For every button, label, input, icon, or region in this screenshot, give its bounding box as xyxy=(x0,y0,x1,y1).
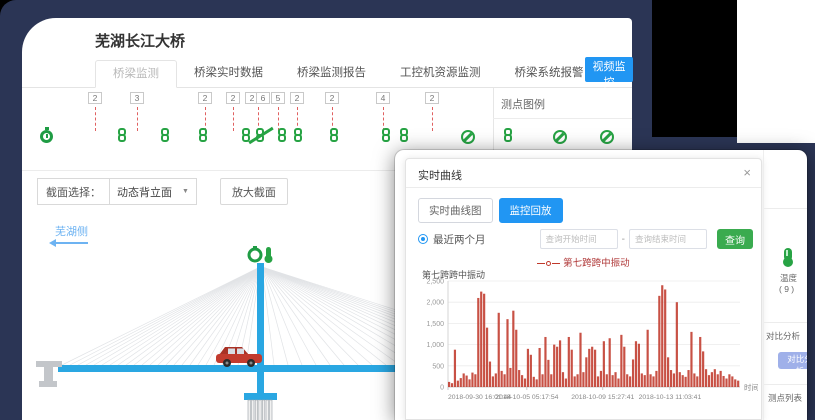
temperature-count: ( 9 ) xyxy=(779,284,794,294)
dialog-title: 实时曲线 xyxy=(418,167,462,183)
sensor-count-badge: 2 xyxy=(325,92,339,104)
svg-text:2018-10-05 05:17:54: 2018-10-05 05:17:54 xyxy=(495,394,558,401)
chain-sensor-icon xyxy=(330,128,339,143)
legend-panel-header-line xyxy=(493,118,632,119)
svg-text:1,000: 1,000 xyxy=(426,342,444,349)
disabled-sensor-icon xyxy=(461,130,475,144)
sensor-count-badge: 4 xyxy=(376,92,390,104)
chain-sensor-icon xyxy=(504,128,513,143)
last-two-months-radio[interactable] xyxy=(418,234,428,244)
timer-sensor-icon xyxy=(40,130,53,143)
chain-sensor-icon xyxy=(400,128,409,143)
bridge-abutment xyxy=(36,361,62,387)
temperature-icon xyxy=(784,248,792,261)
section-select-bar: 截面选择： 动态背立面 ▼ 放大截面 xyxy=(37,178,288,205)
disabled-sensor-icon xyxy=(553,130,567,144)
section-select-label: 截面选择： xyxy=(38,184,109,200)
svg-text:500: 500 xyxy=(432,363,444,370)
dialog-controls: 最近两个月 - 查询 xyxy=(418,229,753,249)
car xyxy=(216,347,262,367)
dialog-tab-0[interactable]: 实时曲线图 xyxy=(418,198,493,223)
sensor-dashed-line xyxy=(137,107,138,131)
query-end-time-input[interactable] xyxy=(629,229,707,249)
date-range-separator: - xyxy=(622,234,625,245)
svg-text:时间: 时间 xyxy=(744,382,758,392)
tab-1[interactable]: 桥梁实时数据 xyxy=(177,60,280,88)
sensor-count-badge: 2 xyxy=(425,92,439,104)
tab-2[interactable]: 桥梁监测报告 xyxy=(280,60,383,88)
section-select-dropdown[interactable]: 动态背立面 ▼ xyxy=(109,178,196,205)
sliver-divider xyxy=(764,208,807,209)
legend-dot-icon xyxy=(546,261,551,266)
background-window-fragment xyxy=(737,0,815,143)
query-start-time-input[interactable] xyxy=(540,229,618,249)
bridge-tower-lower xyxy=(257,372,264,394)
page-title: 芜湖长江大桥 xyxy=(95,30,185,51)
svg-text:2018-10-13 11:03:41: 2018-10-13 11:03:41 xyxy=(639,394,702,401)
svg-text:2018-10-09 15:27:41: 2018-10-09 15:27:41 xyxy=(571,394,634,401)
bridge-piles xyxy=(248,400,272,420)
temperature-label: 温度 xyxy=(780,272,797,284)
realtime-curve-dialog: 实时曲线 × 实时曲线图监控回放 最近两个月 - 查询 第七跨跨中振动 第七跨跨… xyxy=(405,158,762,420)
compare-analysis-button[interactable]: 对比分析 xyxy=(778,352,807,369)
sensor-dashed-line xyxy=(233,107,234,131)
disabled-sensor-icon xyxy=(600,130,614,144)
page-right-panel-sliver: 温度 ( 9 ) 对比分析 对比分析 测点列表 xyxy=(763,150,807,420)
legend-line-icon xyxy=(552,263,560,265)
chain-sensor-icon xyxy=(278,128,287,143)
sliver-divider xyxy=(764,384,807,385)
section-select-group: 截面选择： 动态背立面 ▼ xyxy=(37,178,197,205)
svg-text:2,500: 2,500 xyxy=(426,279,444,286)
chain-sensor-icon xyxy=(161,128,170,143)
sensor-count-badge: 2 xyxy=(290,92,304,104)
black-video-area xyxy=(652,0,737,137)
sensor-count-badge: 2 xyxy=(198,92,212,104)
sensor-count-badge: 2 xyxy=(226,92,240,104)
sensor-count-badge: 6 xyxy=(256,92,270,104)
close-icon[interactable]: × xyxy=(743,165,751,180)
svg-text:0: 0 xyxy=(440,385,444,392)
sensor-count-badge: 2 xyxy=(88,92,102,104)
chain-sensor-icon xyxy=(199,128,208,143)
sensor-count-badge: 3 xyxy=(130,92,144,104)
chevron-down-icon: ▼ xyxy=(182,188,189,195)
dialog-header: 实时曲线 × xyxy=(406,159,761,188)
last-two-months-label: 最近两个月 xyxy=(433,232,486,247)
chain-sensor-icon xyxy=(382,128,391,143)
compare-section-title: 对比分析 xyxy=(766,330,800,342)
sensor-dashed-line xyxy=(432,107,433,131)
tab-0[interactable]: 桥梁监测 xyxy=(95,60,177,88)
bridge-pile-cap xyxy=(244,393,277,400)
vibration-chart: 05001,0001,5002,0002,5002018-09-30 16:01… xyxy=(418,277,758,419)
desktop-background: 芜湖长江大桥 桥梁监测桥梁实时数据桥梁监测报告工控机资源监测桥梁系统报警 视频监… xyxy=(0,0,815,420)
section-select-value: 动态背立面 xyxy=(117,184,172,200)
legend-panel-title: 测点图例 xyxy=(501,96,545,112)
dialog-tabbar: 实时曲线图监控回放 xyxy=(418,198,563,223)
point-list-title: 测点列表 xyxy=(768,392,802,404)
sensor-count-badge: 5 xyxy=(271,92,285,104)
chart-legend[interactable]: 第七跨跨中振动 xyxy=(406,255,761,269)
enlarge-section-button[interactable]: 放大截面 xyxy=(220,178,288,205)
query-button[interactable]: 查询 xyxy=(717,229,753,249)
main-tabbar: 桥梁监测桥梁实时数据桥梁监测报告工控机资源监测桥梁系统报警 xyxy=(95,60,601,88)
sensor-dashed-line xyxy=(95,107,96,131)
video-monitor-button[interactable]: 视频监控 xyxy=(585,57,633,82)
tab-3[interactable]: 工控机资源监测 xyxy=(383,60,498,88)
dialog-tab-1[interactable]: 监控回放 xyxy=(499,198,563,223)
curve-popup-window: 实时曲线 × 实时曲线图监控回放 最近两个月 - 查询 第七跨跨中振动 第七跨跨… xyxy=(395,150,807,420)
svg-text:2,000: 2,000 xyxy=(426,300,444,307)
legend-line-icon xyxy=(537,263,545,265)
chain-sensor-icon xyxy=(118,128,127,143)
tower-top-sensor-icons xyxy=(249,246,273,263)
chain-sensor-icon xyxy=(294,128,303,143)
sliver-divider xyxy=(764,322,807,323)
svg-text:1,500: 1,500 xyxy=(426,321,444,328)
legend-label: 第七跨跨中振动 xyxy=(563,258,630,269)
